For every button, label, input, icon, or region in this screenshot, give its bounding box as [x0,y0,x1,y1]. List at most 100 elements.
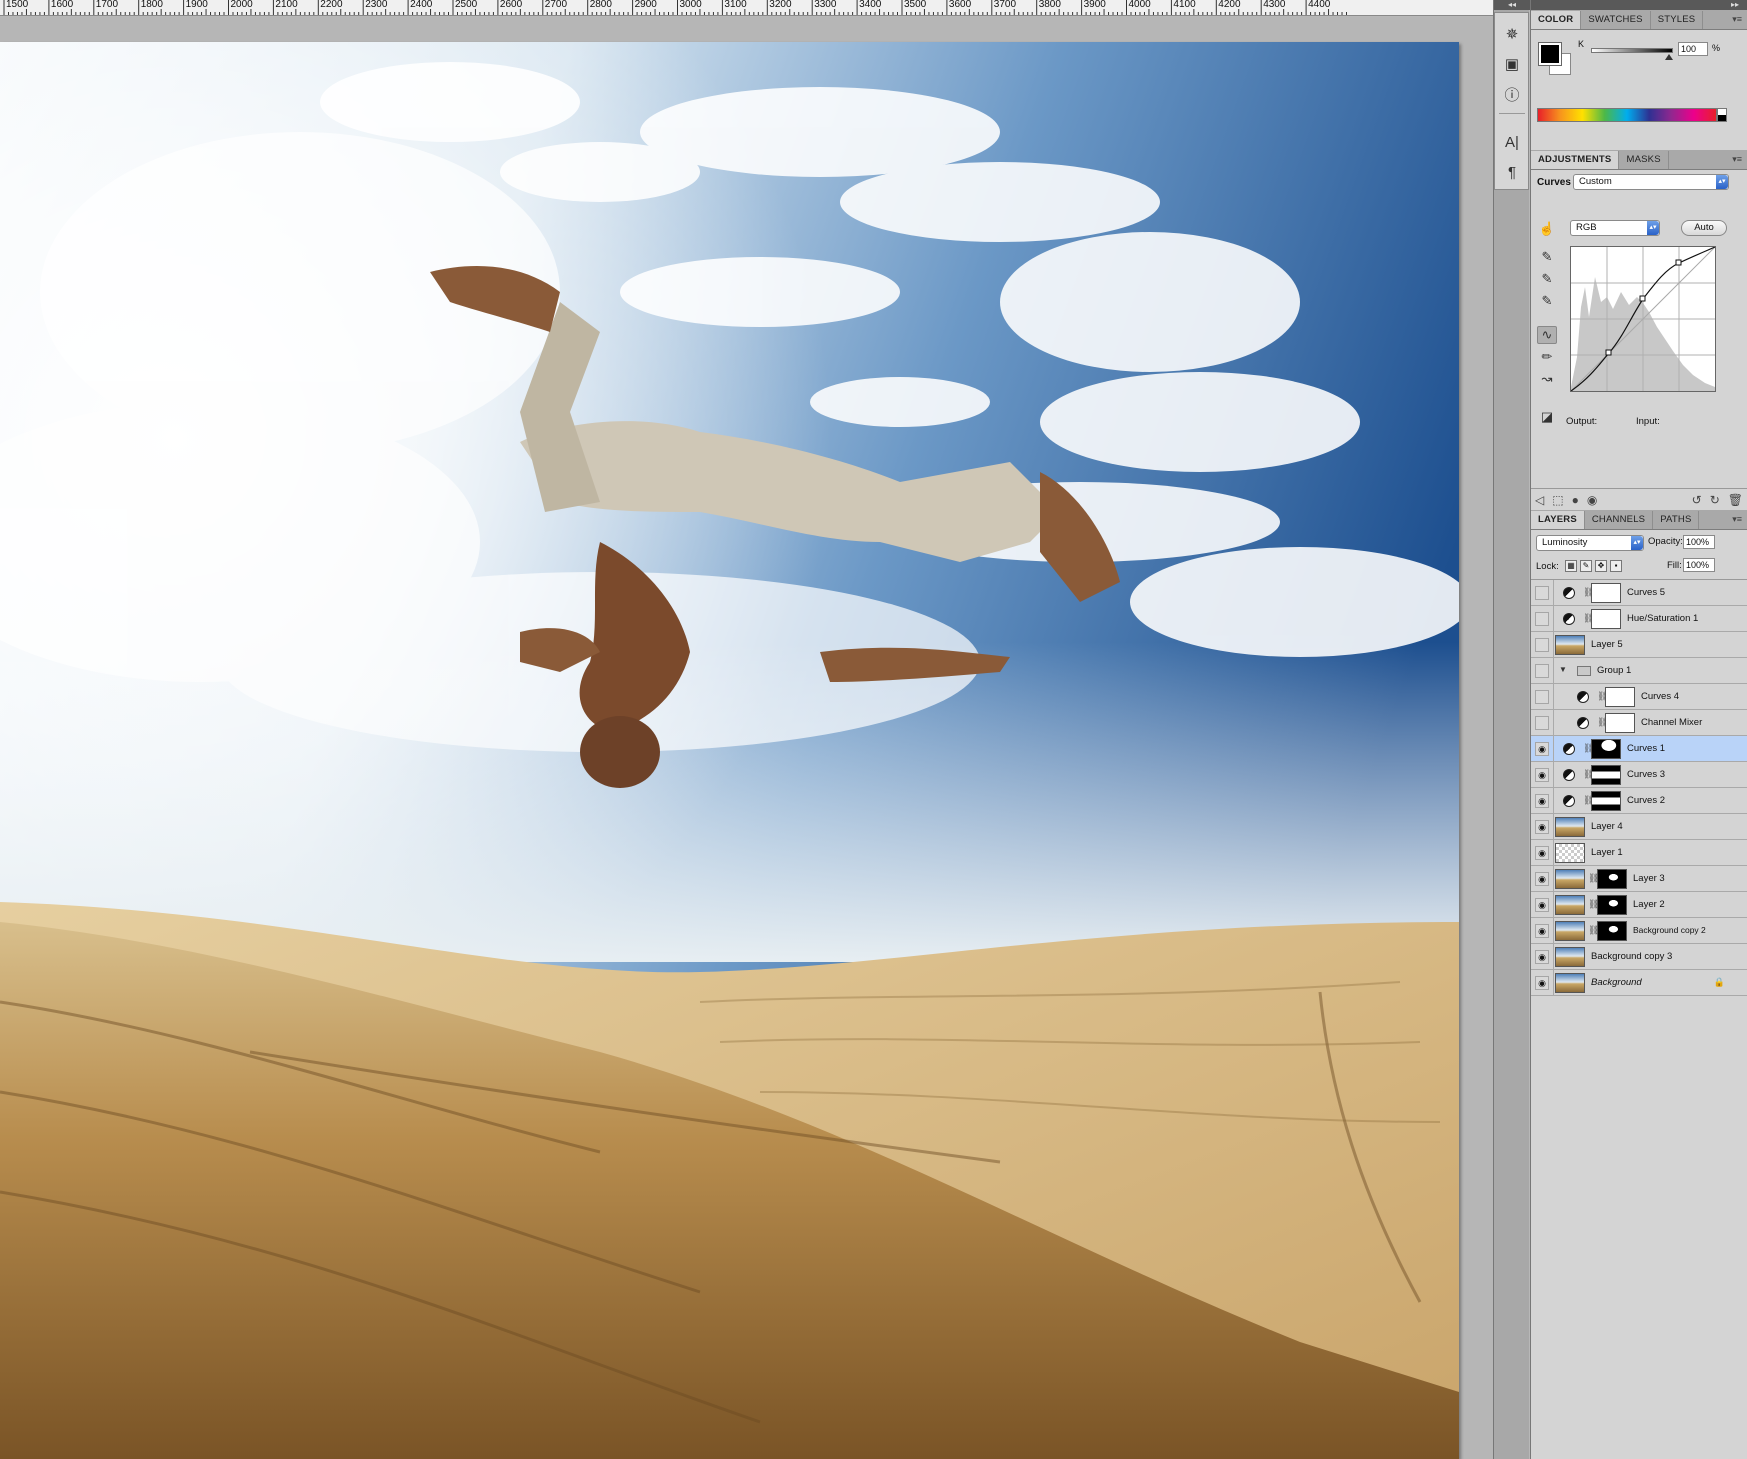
visibility-toggle[interactable] [1535,742,1549,756]
lock-transparency-icon[interactable]: ▦ [1565,560,1577,572]
layer-row[interactable]: Background 🔒 [1531,970,1747,996]
info-icon[interactable]: ⓘ [1501,83,1523,105]
tab-color[interactable]: COLOR [1531,11,1582,29]
preset-select[interactable]: Custom ▴▾ [1573,174,1729,190]
layer-thumbnail[interactable] [1555,843,1585,863]
on-image-adjust-icon[interactable]: ☝ [1537,220,1557,238]
mask-thumbnail[interactable] [1605,713,1635,733]
character-icon[interactable]: A| [1501,131,1523,153]
smooth-curve-icon[interactable]: ↝ [1537,370,1557,388]
visibility-toggle[interactable] [1535,690,1549,704]
auto-button[interactable]: Auto [1681,220,1727,236]
mask-thumbnail[interactable] [1597,921,1627,941]
layer-thumbnail[interactable] [1555,869,1585,889]
horizontal-ruler[interactable]: 1500 1600 1700 1800 1900 2000 2100 2200 2300 2400… [0,0,1493,16]
collapse-arrows-icon[interactable]: ◂◂ [1494,0,1530,10]
k-channel-slider[interactable] [1591,48,1673,53]
tab-adjustments[interactable]: ADJUSTMENTS [1531,151,1620,169]
black-eyedropper-icon[interactable]: ✎ [1537,248,1557,266]
layer-row[interactable]: ⛓ Layer 2 [1531,892,1747,918]
mask-thumbnail[interactable] [1597,895,1627,915]
visibility-toggle[interactable] [1535,950,1549,964]
visibility-toggle[interactable] [1535,794,1549,808]
layer-row[interactable]: Background copy 3 [1531,944,1747,970]
layer-row[interactable]: ⛓ Background copy 2 [1531,918,1747,944]
mask-thumbnail[interactable] [1591,765,1621,785]
expand-arrows-icon[interactable]: ▸▸ [1531,0,1747,10]
tab-paths[interactable]: PATHS [1653,511,1700,529]
group-disclosure-icon[interactable]: ▼ [1559,665,1567,674]
visibility-toggle[interactable] [1535,716,1549,730]
document-canvas-area[interactable] [0,17,1493,1459]
panel-menu-icon[interactable]: ▾≡ [1732,514,1742,525]
visibility-toggle[interactable] [1535,664,1549,678]
layer-row[interactable]: ⛓ Curves 3 [1531,762,1747,788]
compass-icon[interactable]: ✵ [1501,23,1523,45]
opacity-field[interactable]: 100% [1683,535,1715,549]
layer-row[interactable]: Layer 4 [1531,814,1747,840]
layer-row[interactable]: ⛓ Curves 5 [1531,580,1747,606]
visibility-toggle[interactable] [1535,768,1549,782]
layer-row[interactable]: ▼ Group 1 [1531,658,1747,684]
layer-row[interactable]: ⛓ Hue/Saturation 1 [1531,606,1747,632]
black-white-ramp[interactable] [1717,108,1727,122]
mask-thumbnail[interactable] [1591,739,1621,759]
back-arrow-icon[interactable]: ◁ [1535,493,1544,507]
lock-position-icon[interactable]: ✥ [1595,560,1607,572]
clip-to-layer-icon[interactable]: ● [1572,493,1579,507]
visibility-toggle[interactable] [1535,638,1549,652]
layer-thumbnail[interactable] [1555,921,1585,941]
mask-thumbnail[interactable] [1591,791,1621,811]
visibility-toggle[interactable] [1535,586,1549,600]
layer-thumbnail[interactable] [1555,947,1585,967]
layer-row[interactable]: ⛓ Curves 2 [1531,788,1747,814]
white-eyedropper-icon[interactable]: ✎ [1537,292,1557,310]
fill-field[interactable]: 100% [1683,558,1715,572]
visibility-icon[interactable]: ◉ [1587,493,1597,507]
mask-thumbnail[interactable] [1591,583,1621,603]
layer-row[interactable]: Layer 5 [1531,632,1747,658]
tab-swatches[interactable]: SWATCHES [1581,11,1651,29]
foreground-color-swatch[interactable] [1538,42,1562,66]
document-image[interactable] [0,42,1459,1459]
layer-row[interactable]: ⛓ Layer 3 [1531,866,1747,892]
tab-layers[interactable]: LAYERS [1531,511,1585,529]
k-value-field[interactable]: 100 [1678,42,1708,56]
mask-thumbnail[interactable] [1597,869,1627,889]
panel-menu-icon[interactable]: ▾≡ [1732,154,1742,165]
paragraph-icon[interactable]: ¶ [1501,161,1523,183]
layer-thumbnail[interactable] [1555,817,1585,837]
lock-all-icon[interactable]: ▪ [1610,560,1622,572]
visibility-toggle[interactable] [1535,976,1549,990]
expanded-view-icon[interactable]: ⬚ [1552,493,1563,507]
curve-points-tool-icon[interactable]: ∿ [1537,326,1557,344]
layer-row[interactable]: ⛓ Channel Mixer [1531,710,1747,736]
layer-row-selected[interactable]: ⛓ Curves 1 [1531,736,1747,762]
visibility-toggle[interactable] [1535,872,1549,886]
image-icon[interactable]: ▣ [1501,53,1523,75]
visibility-toggle[interactable] [1535,924,1549,938]
visibility-toggle[interactable] [1535,846,1549,860]
channel-select[interactable]: RGB ▴▾ [1570,220,1660,236]
blend-mode-select[interactable]: Luminosity ▴▾ [1536,535,1644,551]
layer-row[interactable]: Layer 1 [1531,840,1747,866]
layer-thumbnail[interactable] [1555,895,1585,915]
clipping-warning-icon[interactable]: ◪ [1537,408,1557,426]
mask-thumbnail[interactable] [1591,609,1621,629]
layer-thumbnail[interactable] [1555,635,1585,655]
tab-channels[interactable]: CHANNELS [1585,511,1654,529]
tab-masks[interactable]: MASKS [1619,151,1669,169]
visibility-toggle[interactable] [1535,612,1549,626]
mask-thumbnail[interactable] [1605,687,1635,707]
reset-icon[interactable]: ↻ [1710,493,1720,507]
color-spectrum-ramp[interactable] [1537,108,1717,122]
trash-icon[interactable]: 🗑 [1728,493,1743,507]
curves-graph[interactable] [1570,246,1716,392]
k-slider-thumb[interactable] [1665,54,1673,60]
lock-pixels-icon[interactable]: ✎ [1580,560,1592,572]
panel-menu-icon[interactable]: ▾≡ [1732,14,1742,25]
previous-state-icon[interactable]: ↺ [1692,493,1702,507]
layer-thumbnail[interactable] [1555,973,1585,993]
layer-row[interactable]: ⛓ Curves 4 [1531,684,1747,710]
gray-eyedropper-icon[interactable]: ✎ [1537,270,1557,288]
